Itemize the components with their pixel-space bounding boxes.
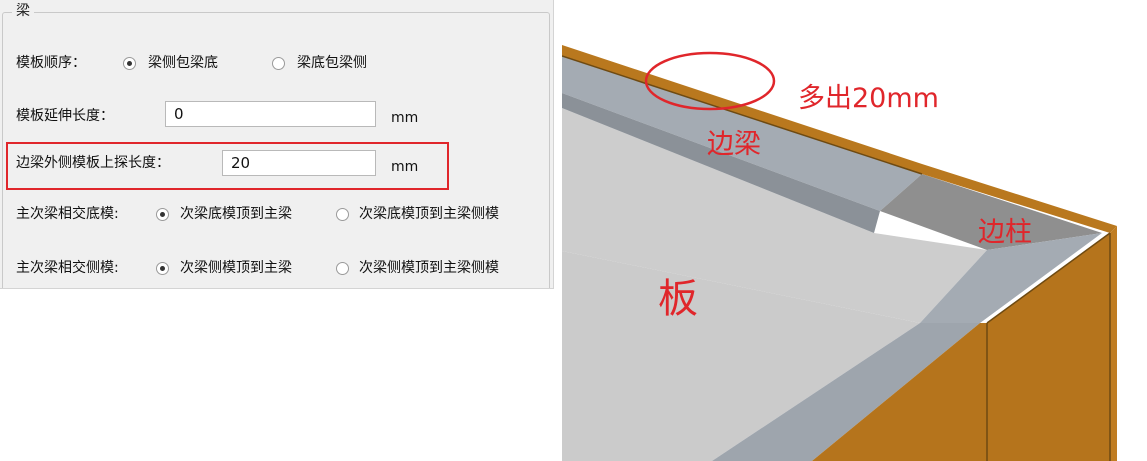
main-sec-side-label: 主次梁相交侧模: <box>16 260 119 276</box>
option-beam-side-wrap-bottom[interactable]: 梁侧包梁底 <box>148 53 218 73</box>
annotation-slab: 板 <box>658 276 698 322</box>
beam-settings-panel: 梁 模板顺序： 梁侧包梁底 梁底包梁侧 模板延伸长度： 0 mm 边梁外侧模板上… <box>0 0 554 289</box>
radio-sec-side-to-main-side[interactable] <box>336 262 349 275</box>
radio-sec-bottom-to-main-side[interactable] <box>336 208 349 221</box>
annotation-edge-beam: 边梁 <box>707 129 761 160</box>
group-title: 梁 <box>12 2 34 20</box>
option-sec-bottom-to-main-side[interactable]: 次梁底模顶到主梁侧模 <box>359 204 499 224</box>
option-sec-side-to-main[interactable]: 次梁侧模顶到主梁 <box>180 258 292 278</box>
option-sec-side-to-main-side[interactable]: 次梁侧模顶到主梁侧模 <box>359 258 499 278</box>
radio-beam-bottom-wrap-side[interactable] <box>272 57 285 70</box>
extension-length-unit: mm <box>391 110 419 126</box>
option-beam-bottom-wrap-side[interactable]: 梁底包梁侧 <box>297 53 367 73</box>
main-sec-bottom-label: 主次梁相交底模: <box>16 206 119 222</box>
radio-sec-bottom-to-main[interactable] <box>156 208 169 221</box>
annotation-edge-column: 边柱 <box>978 217 1032 248</box>
formwork-order-label: 模板顺序： <box>16 55 86 71</box>
option-sec-bottom-to-main[interactable]: 次梁底模顶到主梁 <box>180 204 292 224</box>
radio-sec-side-to-main[interactable] <box>156 262 169 275</box>
annotation-extra: 多出20mm <box>798 83 939 114</box>
extension-length-input[interactable]: 0 <box>165 101 376 127</box>
highlight-box <box>6 142 449 190</box>
extension-length-label: 模板延伸长度： <box>16 108 114 124</box>
radio-beam-side-wrap-bottom[interactable] <box>123 57 136 70</box>
formwork-3d-view: 多出20mm 边梁 边柱 板 <box>562 23 1147 461</box>
